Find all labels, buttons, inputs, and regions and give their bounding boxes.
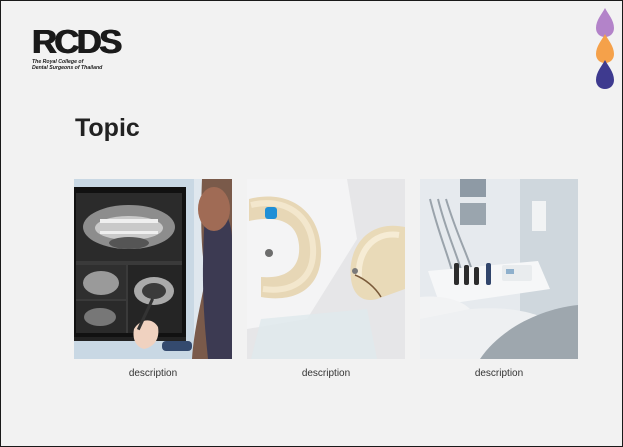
logo-subtitle: The Royal College of Dental Surgeons of … bbox=[32, 59, 132, 71]
dental-xray-photo bbox=[74, 179, 232, 359]
drops-decoration-icon bbox=[596, 8, 614, 89]
logo-wordmark: RCDS bbox=[32, 23, 122, 60]
card-caption: description bbox=[128, 368, 178, 379]
card-xray: description bbox=[74, 179, 232, 379]
rcds-logo: RCDS The Royal College of Dental Surgeon… bbox=[32, 25, 132, 71]
dental-models-photo bbox=[247, 179, 405, 359]
card-dental-chair: description bbox=[420, 179, 578, 379]
card-caption: description bbox=[301, 368, 351, 379]
page-title: Topic bbox=[75, 114, 140, 142]
card-models: description bbox=[247, 179, 405, 379]
slide: RCDS The Royal College of Dental Surgeon… bbox=[0, 0, 623, 447]
card-caption: description bbox=[474, 368, 524, 379]
logo-subtitle-line2: Dental Surgeons of Thailand bbox=[32, 65, 103, 71]
drop-purple-icon bbox=[596, 8, 614, 37]
drop-orange-icon bbox=[596, 34, 614, 63]
drop-indigo-icon bbox=[596, 60, 614, 89]
dental-chair-photo bbox=[420, 179, 578, 359]
